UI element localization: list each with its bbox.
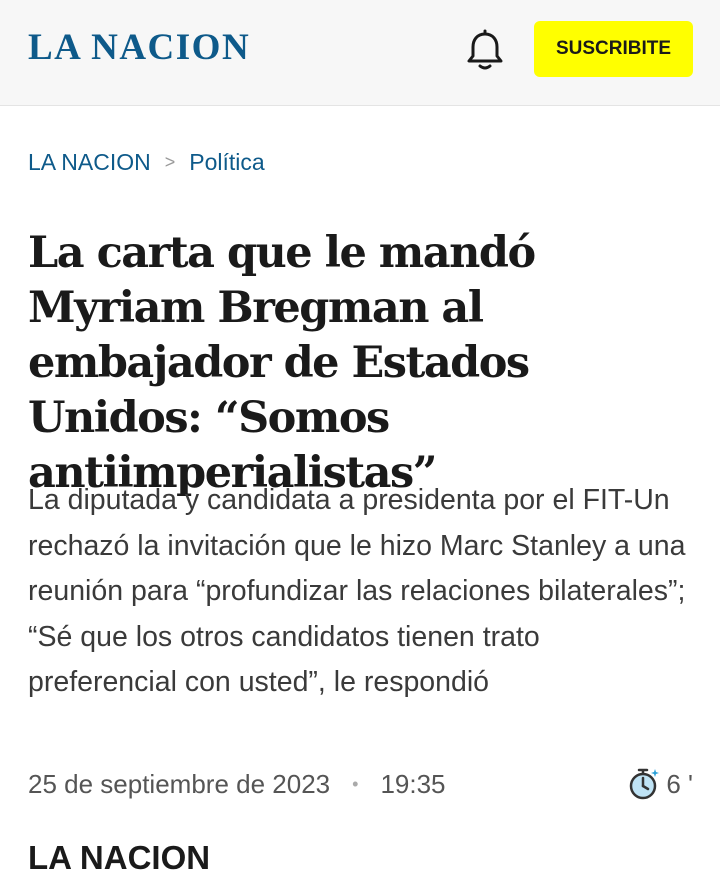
bell-icon[interactable]: [466, 29, 504, 71]
breadcrumb: LA NACION > Política: [28, 147, 265, 177]
read-time: 6 ': [628, 767, 693, 801]
site-logo[interactable]: LA NACION: [28, 28, 250, 68]
breadcrumb-home-link[interactable]: LA NACION: [28, 147, 151, 177]
breadcrumb-section-link[interactable]: Política: [189, 147, 264, 177]
subscribe-button[interactable]: SUSCRIBITE: [534, 21, 693, 77]
article-summary: La diputada y candidata a presidenta por…: [28, 484, 686, 698]
read-time-value: 6 ': [666, 768, 693, 799]
article-meta: 25 de septiembre de 2023 • 19:35 6 ': [28, 764, 693, 804]
meta-separator-dot: •: [352, 773, 359, 794]
timer-icon: [630, 768, 660, 800]
breadcrumb-separator: >: [164, 152, 176, 172]
publish-date: 25 de septiembre de 2023: [28, 768, 331, 799]
publish-time: 19:35: [380, 768, 446, 799]
article-headline: La carta que le mandó Myriam Bregman al …: [28, 228, 536, 498]
article-author: LA NACION: [28, 839, 211, 876]
site-header: LA NACION SUSCRIBITE: [0, 0, 720, 106]
